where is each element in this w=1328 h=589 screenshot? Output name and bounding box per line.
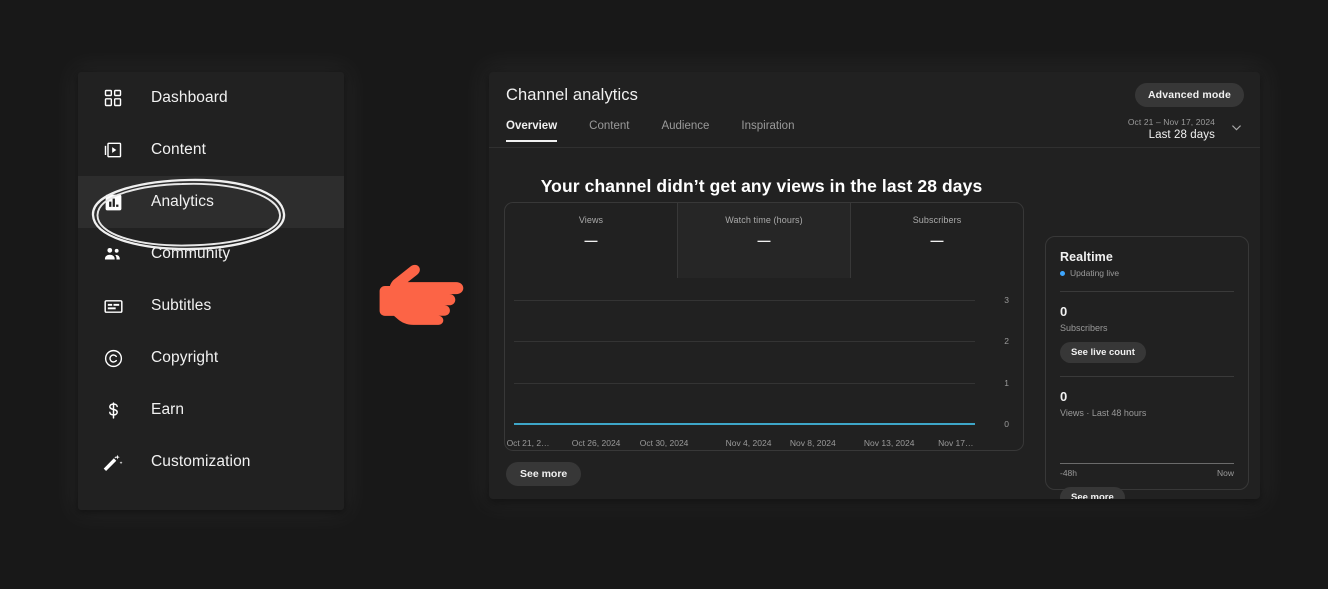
sidebar-item-analytics[interactable]: Analytics [78, 176, 344, 228]
metric-tab-watch-time[interactable]: Watch time (hours) — [678, 203, 851, 278]
metric-value: — [758, 236, 771, 246]
sidebar-item-community[interactable]: Community [78, 228, 344, 280]
divider [1060, 376, 1234, 377]
sidebar-item-label: Community [151, 245, 230, 263]
advanced-mode-button[interactable]: Advanced mode [1135, 83, 1244, 107]
y-axis-tick-label: 0 [1004, 419, 1009, 429]
realtime-axis-end: Now [1217, 468, 1234, 478]
content-icon [100, 137, 126, 163]
analytics-icon [100, 189, 126, 215]
realtime-live-status: Updating live [1060, 268, 1234, 278]
divider [1060, 291, 1234, 292]
sparkline-baseline [1060, 463, 1234, 464]
y-axis-tick-label: 2 [1004, 336, 1009, 346]
sidebar-item-label: Customization [151, 453, 251, 471]
metric-tabs: Views — Watch time (hours) — Subscribers… [505, 203, 1023, 278]
sidebar-item-customization[interactable]: Customization [78, 436, 344, 488]
no-views-headline: Your channel didn’t get any views in the… [489, 176, 1034, 197]
metric-tab-subscribers[interactable]: Subscribers — [851, 203, 1023, 278]
y-axis-tick-label: 3 [1004, 295, 1009, 305]
realtime-subscribers-value: 0 [1060, 304, 1234, 319]
analytics-tabs: Overview Content Audience Inspiration [506, 120, 826, 142]
x-axis-tick-label: Oct 21, 2… [507, 438, 550, 448]
chart-gridline [514, 341, 975, 342]
see-live-count-button[interactable]: See live count [1060, 342, 1146, 363]
metric-label: Views [579, 215, 603, 225]
panel-body: Your channel didn’t get any views in the… [489, 148, 1260, 499]
see-more-button[interactable]: See more [506, 462, 581, 486]
sidebar-item-label: Copyright [151, 349, 218, 367]
community-icon [100, 241, 126, 267]
screenshot-root: Dashboard Content Analytics [0, 0, 1328, 589]
earn-icon [100, 397, 126, 423]
tab-content[interactable]: Content [589, 120, 645, 142]
chart-gridline [514, 383, 975, 384]
customization-icon [100, 449, 126, 475]
tab-overview[interactable]: Overview [506, 120, 573, 142]
sidebar-item-copyright[interactable]: Copyright [78, 332, 344, 384]
sidebar-item-dashboard[interactable]: Dashboard [78, 72, 344, 124]
metric-value: — [585, 236, 598, 246]
realtime-title: Realtime [1060, 250, 1234, 264]
chevron-down-icon [1229, 120, 1244, 140]
date-range-selector[interactable]: Oct 21 – Nov 17, 2024 Last 28 days [1128, 116, 1244, 143]
x-axis: Oct 21, 2…Oct 26, 2024Oct 30, 2024Nov 4,… [514, 438, 983, 450]
realtime-axis: -48h Now [1060, 468, 1234, 478]
sidebar-item-subtitles[interactable]: Subtitles [78, 280, 344, 332]
sidebar-item-label: Subtitles [151, 297, 211, 315]
date-range-sublabel: Oct 21 – Nov 17, 2024 [1128, 116, 1215, 128]
y-axis-tick-label: 1 [1004, 378, 1009, 388]
tab-inspiration[interactable]: Inspiration [741, 120, 810, 142]
metric-value: — [931, 236, 944, 246]
chart-series-line [514, 423, 975, 425]
pointing-hand-right-icon [370, 258, 474, 328]
live-dot-icon [1060, 271, 1065, 276]
realtime-live-text: Updating live [1070, 268, 1119, 278]
subtitles-icon [100, 293, 126, 319]
realtime-card: Realtime Updating live 0 Subscribers See… [1045, 236, 1249, 490]
realtime-axis-start: -48h [1060, 468, 1077, 478]
date-range-label: Last 28 days [1128, 128, 1215, 143]
x-axis-tick-label: Oct 26, 2024 [572, 438, 621, 448]
realtime-subscribers-label: Subscribers [1060, 323, 1234, 333]
metric-label: Watch time (hours) [725, 215, 802, 225]
overview-main-column: Your channel didn’t get any views in the… [489, 148, 1034, 499]
x-axis-tick-label: Nov 8, 2024 [790, 438, 836, 448]
sidebar-item-label: Earn [151, 401, 184, 419]
copyright-icon [100, 345, 126, 371]
studio-sidebar: Dashboard Content Analytics [78, 72, 344, 510]
sidebar-item-label: Dashboard [151, 89, 228, 107]
x-axis-tick-label: Nov 4, 2024 [726, 438, 772, 448]
sidebar-item-earn[interactable]: Earn [78, 384, 344, 436]
chart-gridline [514, 300, 975, 301]
timeseries-chart[interactable]: Oct 21, 2… Oct 26, 2024 Oct 30, 2024 Nov 4,… [505, 278, 1023, 451]
panel-header: Channel analytics Overview Content Audie… [489, 72, 1260, 148]
sidebar-item-label: Content [151, 141, 206, 159]
channel-analytics-panel: Channel analytics Overview Content Audie… [489, 72, 1260, 499]
sidebar-item-content[interactable]: Content [78, 124, 344, 176]
page-title: Channel analytics [506, 86, 638, 105]
x-axis-tick-label: Nov 13, 2024 [864, 438, 915, 448]
realtime-see-more-button[interactable]: See more [1060, 487, 1125, 499]
metrics-chart-card: Views — Watch time (hours) — Subscribers… [504, 202, 1024, 451]
dashboard-icon [100, 85, 126, 111]
x-axis-tick-label: Oct 30, 2024 [640, 438, 689, 448]
realtime-views-label: Views · Last 48 hours [1060, 408, 1234, 418]
realtime-sparkline [1060, 424, 1234, 464]
metric-label: Subscribers [913, 215, 962, 225]
realtime-views-value: 0 [1060, 389, 1234, 404]
tab-audience[interactable]: Audience [661, 120, 725, 142]
metric-tab-views[interactable]: Views — [505, 203, 678, 278]
sidebar-item-label: Analytics [151, 193, 214, 211]
x-axis-tick-label: Nov 17… [938, 438, 973, 448]
